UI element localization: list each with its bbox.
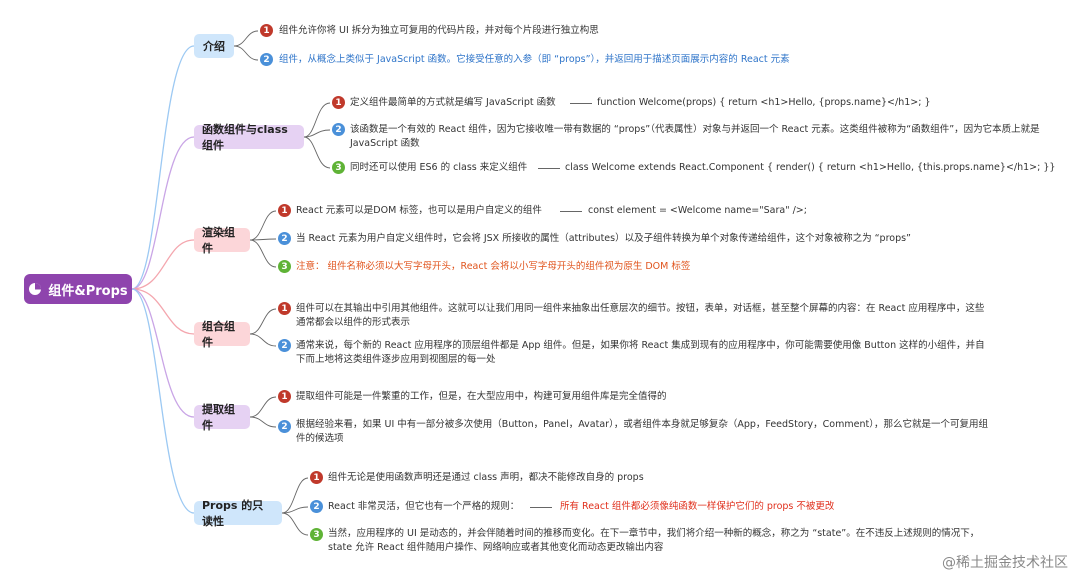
connector-dash <box>538 168 560 169</box>
section-readonly[interactable]: Props 的只读性 <box>194 499 282 528</box>
badge-2: 2 <box>278 232 291 245</box>
compose-item-1: 组件可以在其输出中引用其他组件。这就可以让我们用同一组件来抽象出任意层次的细节。… <box>296 303 985 328</box>
badge-1: 1 <box>260 24 273 37</box>
section-extract[interactable]: 提取组件 <box>194 403 250 432</box>
section-compose-label: 组合组件 <box>202 320 235 349</box>
extract-item-2: 根据经验来看，如果 UI 中有一部分被多次使用（Button，Panel，Ava… <box>296 419 988 444</box>
mindmap-canvas: 组件&Props 介绍 1 组件允许你将 UI 拆分为独立可复用的代码片段，并对… <box>0 0 1080 580</box>
connector-lines <box>131 30 331 536</box>
compose-item-2: 通常来说，每个新的 React 应用程序的顶层组件都是 App 组件。但是，如果… <box>296 340 985 365</box>
readonly-item-1: 组件无论是使用函数声明还是通过 class 声明，都决不能修改自身的 props <box>328 472 644 483</box>
badge-2: 2 <box>278 420 291 433</box>
func-item-3-code: class Welcome extends React.Component { … <box>565 162 1056 173</box>
section-render[interactable]: 渲染组件 <box>194 226 250 255</box>
badge-1: 1 <box>278 390 291 403</box>
render-item-1-code: const element = <Welcome name="Sara" />; <box>588 205 807 216</box>
badge-1: 1 <box>278 204 291 217</box>
render-item-2: 当 React 元素为用户自定义组件时，它会将 JSX 所接收的属性（attri… <box>296 233 911 244</box>
section-readonly-label: Props 的只读性 <box>202 499 264 528</box>
badge-3: 3 <box>278 260 291 273</box>
badge-2: 2 <box>260 53 273 66</box>
section-extract-label: 提取组件 <box>202 403 235 432</box>
watermark: @稀土掘金技术社区 <box>942 555 1068 571</box>
section-func-class-label: 函数组件与class组件 <box>202 123 288 152</box>
readonly-item-2-rule: 所有 React 组件都必须像纯函数一样保护它们的 props 不被更改 <box>560 501 835 512</box>
badge-3: 3 <box>310 528 323 541</box>
render-item-1: React 元素可以是DOM 标签，也可以是用户自定义的组件 <box>296 205 542 216</box>
root-node[interactable]: 组件&Props <box>24 274 132 304</box>
badge-1: 1 <box>278 302 291 315</box>
section-render-label: 渲染组件 <box>202 226 235 255</box>
badge-2: 2 <box>278 339 291 352</box>
connector-dash <box>570 103 592 104</box>
connector-dash <box>530 507 552 508</box>
intro-item-2: 组件，从概念上类似于 JavaScript 函数。它接受任意的入参（即 “pro… <box>279 54 790 65</box>
badge-3: 3 <box>332 161 345 174</box>
section-compose[interactable]: 组合组件 <box>194 320 250 349</box>
section-intro-label: 介绍 <box>203 40 225 53</box>
section-intro[interactable]: 介绍 <box>194 34 234 58</box>
section-func-class[interactable]: 函数组件与class组件 <box>194 123 304 152</box>
render-item-3: 注意： 组件名称必须以大写字母开头，React 会将以小写字母开头的组件视为原生… <box>296 261 691 272</box>
pie-chart-icon <box>29 283 42 295</box>
connector-dash <box>560 211 582 212</box>
badge-2: 2 <box>332 123 345 136</box>
func-item-1-code: function Welcome(props) { return <h1>Hel… <box>597 97 931 108</box>
badge-1: 1 <box>332 96 345 109</box>
func-item-3: 同时还可以使用 ES6 的 class 来定义组件 <box>350 162 528 173</box>
readonly-item-2: React 非常灵活，但它也有一个严格的规则： <box>328 501 520 512</box>
func-item-2: 该函数是一个有效的 React 组件，因为它接收唯一带有数据的 “props”（… <box>350 124 1040 149</box>
intro-item-1: 组件允许你将 UI 拆分为独立可复用的代码片段，并对每个片段进行独立构思 <box>279 25 599 36</box>
root-label: 组件&Props <box>48 283 128 299</box>
readonly-item-3: 当然，应用程序的 UI 是动态的，并会伴随着时间的推移而变化。在下一章节中，我们… <box>328 528 980 553</box>
badge-2: 2 <box>310 500 323 513</box>
func-item-1: 定义组件最简单的方式就是编写 JavaScript 函数 <box>350 97 556 108</box>
badge-1: 1 <box>310 471 323 484</box>
extract-item-1: 提取组件可能是一件繁重的工作，但是，在大型应用中，构建可复用组件库是完全值得的 <box>296 391 667 402</box>
